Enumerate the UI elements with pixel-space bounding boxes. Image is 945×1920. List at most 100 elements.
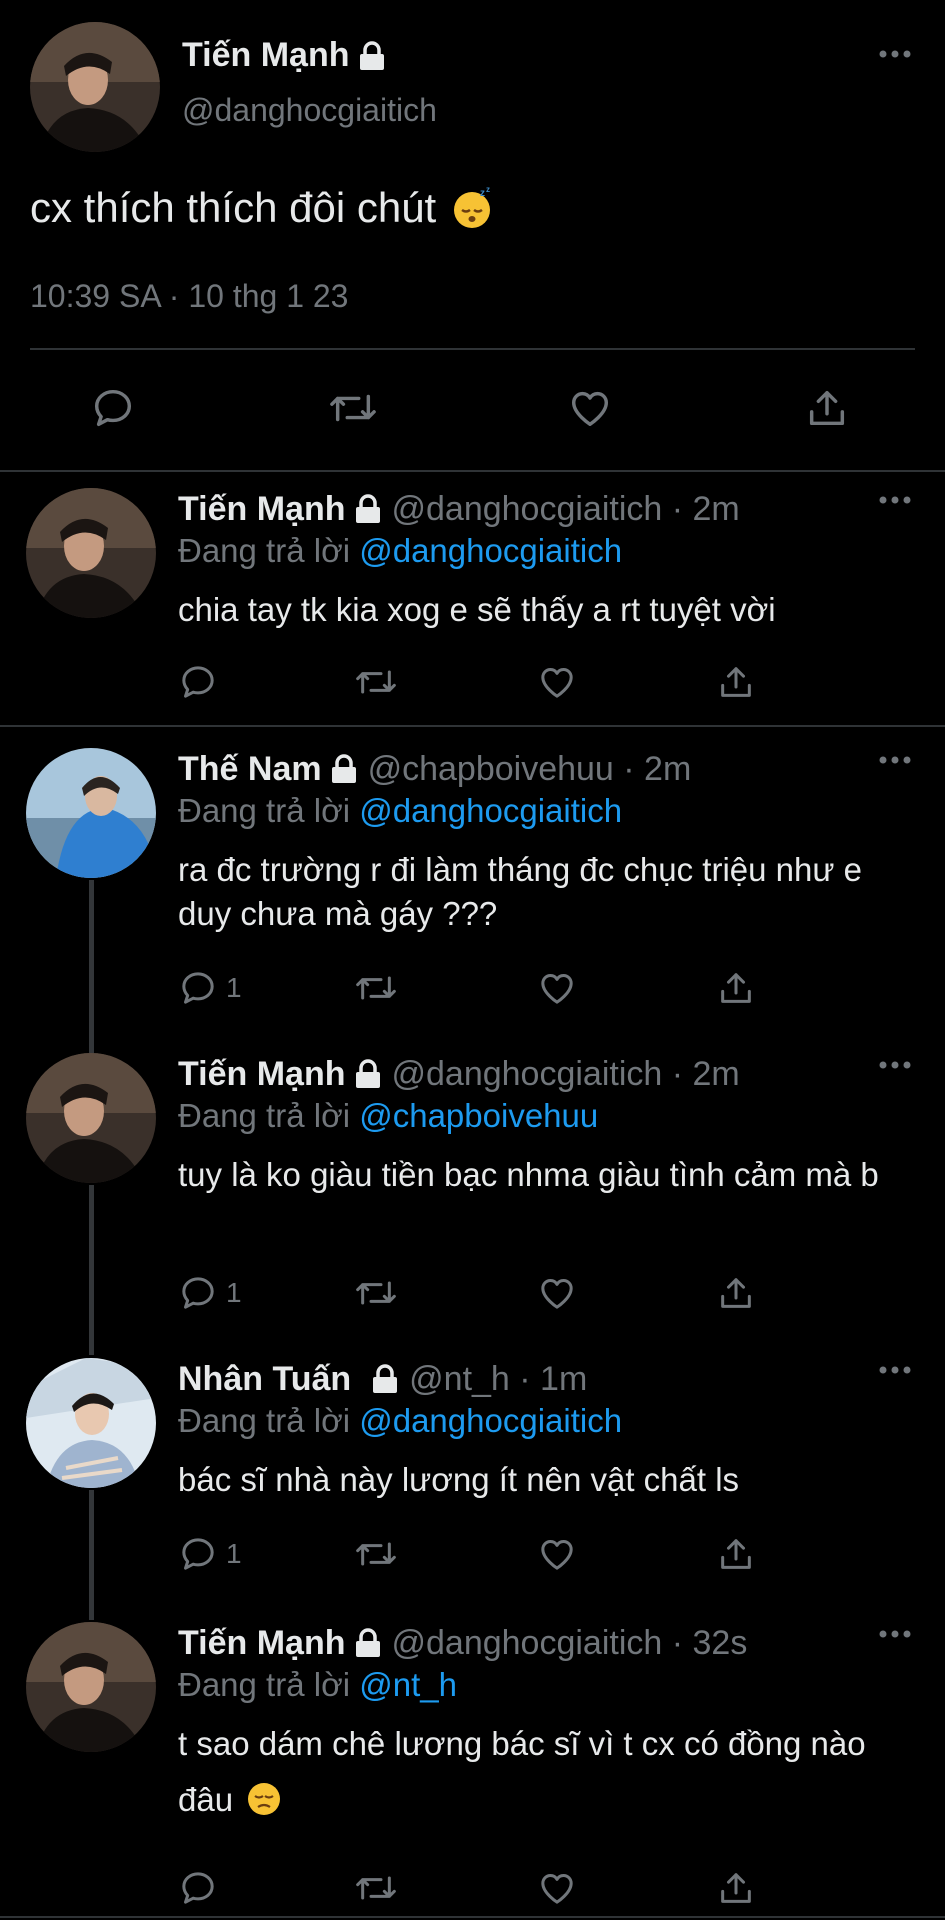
like-icon[interactable] [536, 1273, 578, 1313]
reply-text: t sao dám chê lương bác sĩ vì t cx có đồ… [178, 1725, 866, 1818]
tweet-text: cx thích thích đôi chút z z [30, 184, 494, 232]
lock-icon [355, 1059, 380, 1088]
share-icon[interactable] [716, 1868, 756, 1908]
main-tweet: Tiến Mạnh @danghocgiaitich cx thích thíc… [0, 0, 945, 470]
handle-and-time[interactable]: @nt_h · 1m [409, 1360, 587, 1399]
like-icon[interactable] [536, 1534, 578, 1574]
reply-count: 1 [226, 972, 242, 1003]
retweet-icon[interactable] [354, 1273, 398, 1313]
replying-to: Đang trả lời @nt_h [178, 1666, 457, 1703]
thread-line [89, 1490, 94, 1620]
retweet-icon[interactable] [354, 662, 398, 702]
lock-icon [355, 494, 380, 523]
like-icon[interactable] [536, 1868, 578, 1908]
more-icon[interactable] [879, 1366, 911, 1374]
like-icon[interactable] [566, 385, 614, 431]
replying-to-link[interactable]: @chapboivehuu [359, 1097, 598, 1134]
more-icon[interactable] [879, 1061, 911, 1069]
reply-icon [182, 1277, 214, 1309]
svg-text:z: z [486, 186, 490, 194]
more-icon[interactable] [879, 50, 911, 58]
retweet-icon[interactable] [354, 1534, 398, 1574]
share-icon[interactable] [716, 662, 756, 702]
replying-to-link[interactable]: @danghocgiaitich [359, 532, 622, 569]
display-name[interactable]: Thế Nam [178, 750, 322, 789]
avatar[interactable] [30, 22, 160, 152]
avatar[interactable] [26, 1622, 156, 1752]
divider [0, 1916, 945, 1918]
replying-to: Đang trả lời @danghocgiaitich [178, 1402, 623, 1439]
reply-action[interactable]: 1 [178, 1273, 242, 1313]
reply-icon [182, 972, 214, 1004]
avatar[interactable] [26, 488, 156, 618]
display-name[interactable]: Tiến Mạnh [178, 1055, 346, 1094]
retweet-icon[interactable] [354, 1868, 398, 1908]
reply-header: Thế Nam @chapboivehuu · 2m [178, 748, 691, 790]
display-name[interactable]: Tiến Mạnh [178, 1624, 346, 1663]
retweet-icon[interactable] [354, 968, 398, 1008]
reply-text: bác sĩ nhà này lương ít nên vật chất ls [178, 1461, 740, 1498]
svg-text:z: z [480, 188, 485, 199]
divider [0, 725, 945, 727]
handle[interactable]: @danghocgiaitich [182, 92, 437, 129]
thread-line [89, 1185, 94, 1355]
replying-to-link[interactable]: @nt_h [359, 1666, 457, 1703]
reply-icon[interactable] [90, 385, 136, 431]
more-icon[interactable] [879, 496, 911, 504]
avatar[interactable] [26, 1358, 156, 1488]
divider [0, 470, 945, 472]
lock-icon [373, 1364, 398, 1393]
handle-and-time[interactable]: @danghocgiaitich · 2m [392, 1055, 740, 1094]
reply-text: tuy là ko giàu tiền bạc nhma giàu tình c… [178, 1156, 879, 1193]
handle-and-time[interactable]: @danghocgiaitich · 2m [392, 490, 740, 529]
lock-icon [331, 754, 356, 783]
reply-actions [178, 1868, 778, 1914]
divider [30, 348, 915, 350]
replying-to: Đang trả lời @danghocgiaitich [178, 792, 623, 829]
share-icon[interactable] [716, 1273, 756, 1313]
handle-and-time[interactable]: @danghocgiaitich · 32s [392, 1624, 748, 1663]
display-name[interactable]: Nhân Tuấn [178, 1360, 351, 1399]
reply-header: Nhân Tuấn @nt_h · 1m [178, 1358, 587, 1400]
tweet-timestamp[interactable]: 10:39 SA · 10 thg 1 23 [30, 278, 348, 315]
reply-header: Tiến Mạnh @danghocgiaitich · 32s [178, 1622, 747, 1664]
replying-to-link[interactable]: @danghocgiaitich [359, 792, 622, 829]
reply-actions: 1 [178, 968, 778, 1014]
reply-actions: 1 [178, 1273, 778, 1319]
avatar[interactable] [26, 748, 156, 878]
reply-action[interactable] [178, 662, 226, 702]
more-icon[interactable] [879, 756, 911, 764]
reply-header: Tiến Mạnh @danghocgiaitich · 2m [178, 1053, 740, 1095]
share-icon[interactable] [804, 385, 850, 431]
replying-to-link[interactable]: @danghocgiaitich [359, 1402, 622, 1439]
reply-icon [182, 666, 214, 698]
reply-actions: 1 [178, 1534, 778, 1580]
reply-count: 1 [226, 1277, 242, 1308]
handle-and-time[interactable]: @chapboivehuu · 2m [368, 750, 692, 789]
reply-count: 1 [226, 1538, 242, 1569]
lock-icon [355, 1628, 380, 1657]
reply-text: ra đc trường r đi làm tháng đc chục triệ… [178, 851, 862, 932]
avatar[interactable] [26, 1053, 156, 1183]
display-name[interactable]: Tiến Mạnh [178, 490, 346, 529]
share-icon[interactable] [716, 1534, 756, 1574]
reply-actions [178, 662, 778, 708]
pensive-face-icon [248, 1783, 281, 1815]
lock-icon [359, 40, 384, 70]
replying-to: Đang trả lời @danghocgiaitich [178, 532, 623, 569]
retweet-icon[interactable] [328, 385, 378, 431]
thread-line [89, 880, 94, 1055]
reply-action[interactable] [178, 1868, 226, 1908]
reply-icon [182, 1872, 214, 1904]
reply-text: chia tay tk kia xog e sẽ thấy a rt tuyệt… [178, 591, 776, 628]
reply-action[interactable]: 1 [178, 1534, 242, 1574]
tweet-actions [90, 385, 860, 435]
replying-to: Đang trả lời @chapboivehuu [178, 1097, 599, 1134]
like-icon[interactable] [536, 968, 578, 1008]
display-name[interactable]: Tiến Mạnh [182, 36, 386, 75]
more-icon[interactable] [879, 1630, 911, 1638]
share-icon[interactable] [716, 968, 756, 1008]
like-icon[interactable] [536, 662, 578, 702]
reply-header: Tiến Mạnh @danghocgiaitich · 2m [178, 488, 740, 530]
reply-action[interactable]: 1 [178, 968, 242, 1008]
